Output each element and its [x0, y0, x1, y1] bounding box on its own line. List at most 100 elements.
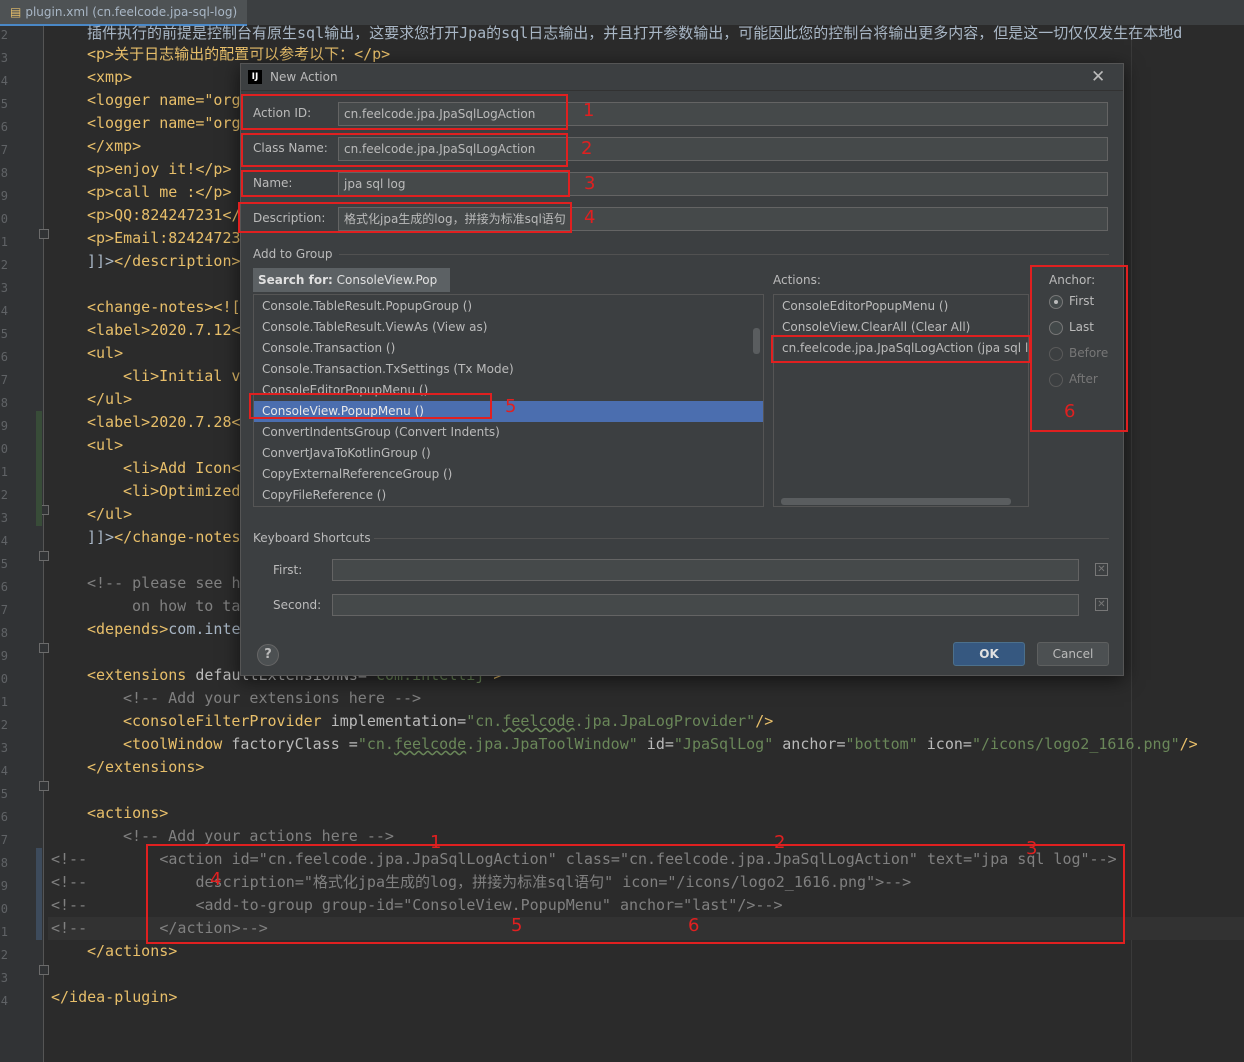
group-list-item[interactable]: Console.Transaction () [254, 338, 763, 359]
code-line: </actions> [87, 942, 178, 960]
line-number-gutter: 2 3 4 5 6 7 8 9 0 1 2 3 4 5 6 7 8 9 0 1 2 3 4 5 6 7 8 9 0 1 2 3 4 5 6 7 8 9 0 1… [0, 26, 49, 1062]
code-line: <logger name="org [87, 114, 241, 132]
vcs-change-marker [36, 411, 42, 526]
line-number: 9 [0, 189, 8, 203]
line-number: 7 [0, 143, 8, 157]
code-line: <toolWindow factoryClass ="cn.feelcode.j… [123, 735, 1198, 753]
group-list-item[interactable]: ConsoleView.PopupMenu () [254, 401, 763, 422]
search-input[interactable]: Search for: ConsoleView.Pop [253, 268, 450, 292]
line-number: 4 [0, 304, 8, 318]
code-line: <xmp> [87, 68, 133, 86]
actions-list[interactable]: ConsoleEditorPopupMenu () ConsoleView.Cle… [773, 294, 1029, 507]
code-line: <!-- Add your actions here --> [123, 827, 394, 845]
code-line: <depends>com.inte [87, 620, 241, 638]
groups-list[interactable]: Console.TableResult.PopupGroup () Console… [253, 294, 764, 507]
tab-title: plugin.xml (cn.feelcode.jpa-sql-log) [25, 5, 238, 19]
group-list-item[interactable]: Console.TableResult.PopupGroup () [254, 296, 763, 317]
group-list-item[interactable]: CopyExternalReferenceGroup () [254, 464, 763, 485]
line-number: 2 [0, 718, 8, 732]
line-number: 9 [0, 879, 8, 893]
code-line: <li>Add Icon< [123, 459, 241, 477]
code-line: <ul> [87, 344, 124, 362]
code-line: on how to ta [132, 597, 241, 615]
anchor-last-radio[interactable] [1049, 321, 1063, 335]
line-number: 2 [0, 488, 8, 502]
line-number: 7 [0, 833, 8, 847]
description-label: Description: [253, 211, 326, 225]
actions-scrollbar[interactable] [781, 498, 1011, 505]
action-list-item[interactable]: ConsoleEditorPopupMenu () [774, 296, 1028, 317]
code-line: <p>QQ:824247231</ [87, 206, 241, 224]
line-number: 5 [0, 787, 8, 801]
code-line: </extensions> [87, 758, 205, 776]
code-line: <!-- please see h [87, 574, 241, 592]
second-shortcut-field[interactable] [332, 594, 1079, 616]
code-line: <p>enjoy it!</p> [87, 160, 232, 178]
line-number: 8 [0, 856, 8, 870]
anchor-before-radio[interactable] [1049, 347, 1063, 361]
line-number: 2 [0, 258, 8, 272]
divider [374, 538, 1109, 539]
anchor-first-radio[interactable] [1049, 295, 1063, 309]
line-number: 8 [0, 396, 8, 410]
code-line: <change-notes><![ [87, 298, 241, 316]
line-number: 4 [0, 764, 8, 778]
line-number: 4 [0, 534, 8, 548]
add-to-group-heading: Add to Group [253, 247, 333, 261]
group-list-item[interactable]: CopyFileReference () [254, 485, 763, 506]
code-line: ]]></description> [87, 252, 241, 270]
first-shortcut-field[interactable] [332, 559, 1079, 581]
line-number: 3 [0, 971, 8, 985]
action-id-label: Action ID: [253, 106, 312, 120]
code-line: <li>Optimized [123, 482, 241, 500]
code-line: </idea-plugin> [51, 988, 178, 1006]
line-number: 0 [0, 902, 8, 916]
code-line: <ul> [87, 436, 124, 454]
code-line: <!-- </action>--> [51, 919, 268, 937]
code-line: </ul> [87, 390, 133, 408]
code-line: 插件执行的前提是控制台有原生sql输出，这要求您打开Jpa的sql日志输出，并且… [87, 24, 1183, 42]
anchor-label: Anchor: [1049, 273, 1096, 287]
group-list-item[interactable]: ConvertIndentsGroup (Convert Indents) [254, 422, 763, 443]
clear-first-shortcut-icon[interactable]: ✕ [1095, 563, 1108, 576]
line-number: 5 [0, 327, 8, 341]
divider [339, 254, 1109, 255]
code-line: </ul> [87, 505, 133, 523]
code-line: <!-- <add-to-group group-id="ConsoleView… [51, 896, 783, 914]
line-number: 7 [0, 603, 8, 617]
line-number: 3 [0, 281, 8, 295]
dialog-title-bar[interactable]: IJ New Action ✕ [241, 64, 1123, 91]
line-number: 0 [0, 672, 8, 686]
action-id-field[interactable]: cn.feelcode.jpa.JpaSqlLogAction [338, 102, 1108, 126]
clear-second-shortcut-icon[interactable]: ✕ [1095, 598, 1108, 611]
ok-button[interactable]: OK [953, 642, 1025, 666]
group-list-item[interactable]: ConvertJavaToKotlinGroup () [254, 443, 763, 464]
anchor-after-radio[interactable] [1049, 373, 1063, 387]
line-number: 0 [0, 442, 8, 456]
help-button[interactable]: ? [257, 644, 279, 666]
class-name-field[interactable]: cn.feelcode.jpa.JpaSqlLogAction [338, 137, 1108, 161]
anchor-before-label: Before [1069, 346, 1109, 360]
dialog-title: New Action [270, 70, 338, 84]
line-number: 5 [0, 97, 8, 111]
group-list-item[interactable]: Console.Transaction.TxSettings (Tx Mode) [254, 359, 763, 380]
action-list-item[interactable]: cn.feelcode.jpa.JpaSqlLogAction (jpa sql… [774, 338, 1028, 359]
code-line: ]]></change-notes [87, 528, 241, 546]
groups-scrollbar[interactable] [753, 328, 760, 354]
line-number: 9 [0, 649, 8, 663]
line-number: 1 [0, 235, 8, 249]
line-number: 1 [0, 695, 8, 709]
anchor-first-label: First [1069, 294, 1095, 308]
description-field[interactable]: 格式化jpa生成的log，拼接为标准sql语句 [338, 207, 1108, 231]
cancel-button[interactable]: Cancel [1037, 642, 1109, 666]
code-line: <label>2020.7.12< [87, 321, 241, 339]
group-list-item[interactable]: ConsoleEditorPopupMenu () [254, 380, 763, 401]
name-field[interactable]: jpa sql log [338, 172, 1108, 196]
action-list-item[interactable]: ConsoleView.ClearAll (Clear All) [774, 317, 1028, 338]
line-number: 9 [0, 419, 8, 433]
line-number: 1 [0, 925, 8, 939]
code-line: <logger name="org [87, 91, 241, 109]
line-number: 3 [0, 51, 8, 65]
group-list-item[interactable]: Console.TableResult.ViewAs (View as) [254, 317, 763, 338]
close-icon[interactable]: ✕ [1091, 67, 1105, 87]
